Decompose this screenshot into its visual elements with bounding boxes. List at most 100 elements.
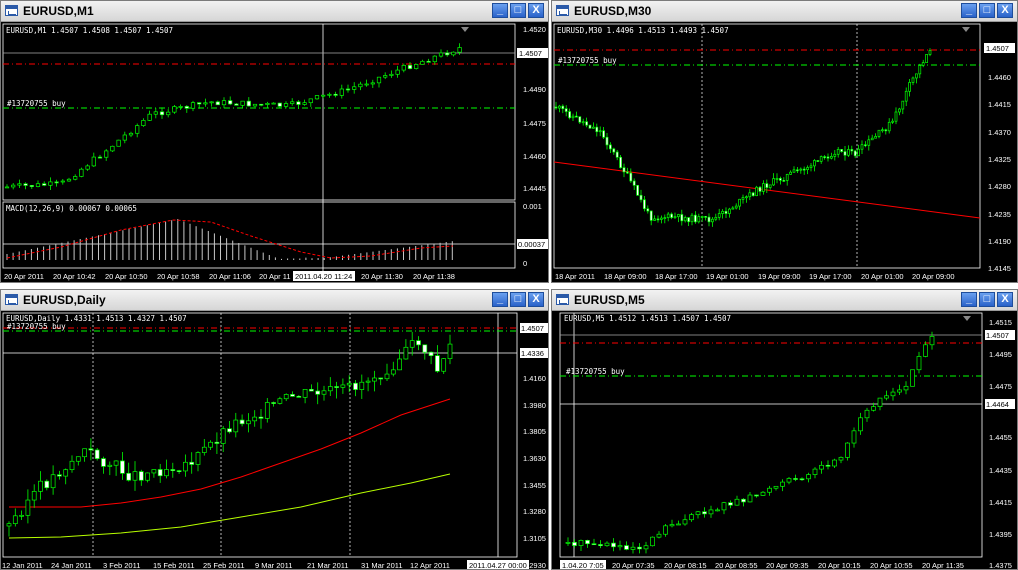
candle xyxy=(754,494,759,497)
maximize-button[interactable]: □ xyxy=(510,3,526,18)
candle xyxy=(197,102,202,105)
close-button[interactable]: X xyxy=(997,3,1013,18)
window-eurusd-m1[interactable]: EURUSD,M1 _ □ X EURUSD,M1 1.4507 1.4508 … xyxy=(0,0,549,283)
chart-area-daily[interactable]: EURUSD,Daily 1.4331 1.4513 1.4327 1.4507… xyxy=(1,311,548,569)
titlebar-m30[interactable]: EURUSD,M30 _ □ X xyxy=(552,1,1017,22)
candle xyxy=(585,540,590,545)
window-eurusd-daily[interactable]: EURUSD,Daily _ □ X EURUSD,Daily 1.4331 1… xyxy=(0,289,549,570)
candle xyxy=(122,134,127,141)
close-button[interactable]: X xyxy=(997,292,1013,307)
price-chart[interactable]: EURUSD,M30 1.4496 1.4513 1.4493 1.4507 #… xyxy=(552,22,1017,283)
candle xyxy=(277,102,282,107)
minimize-button[interactable]: _ xyxy=(492,3,508,18)
candle xyxy=(384,373,390,380)
candle xyxy=(259,103,264,106)
price-label: 1.4375 xyxy=(989,561,1012,570)
chart-area-m5[interactable]: EURUSD,M5 1.4512 1.4513 1.4507 1.4507 #1… xyxy=(552,311,1017,569)
time-label: 12 Jan 2011 xyxy=(2,561,43,570)
candle xyxy=(435,355,440,372)
candle xyxy=(702,511,707,515)
candle xyxy=(793,478,798,480)
chart-area-m1[interactable]: EURUSD,M1 1.4507 1.4508 1.4507 1.4507 #1… xyxy=(1,22,548,282)
chart-header: EURUSD,M30 1.4496 1.4513 1.4493 1.4507 xyxy=(557,26,729,35)
candle xyxy=(426,60,431,63)
candle xyxy=(663,525,668,535)
price-label: 1.3280 xyxy=(523,507,546,516)
time-label: 20 Apr 10:55 xyxy=(870,561,913,570)
candle xyxy=(630,546,636,550)
time-label: 25 Feb 2011 xyxy=(203,561,245,570)
price-chart[interactable]: EURUSD,M1 1.4507 1.4508 1.4507 1.4507 #1… xyxy=(1,22,548,283)
window-title: EURUSD,M5 xyxy=(574,293,645,307)
candle xyxy=(666,213,670,218)
candle xyxy=(785,174,789,181)
candle xyxy=(208,441,213,448)
candle xyxy=(73,176,78,180)
price-chart[interactable]: EURUSD,M5 1.4512 1.4513 1.4507 1.4507 #1… xyxy=(552,311,1017,570)
candle xyxy=(239,419,245,425)
candle xyxy=(782,180,786,182)
candle xyxy=(923,344,928,357)
candle xyxy=(283,103,289,107)
chart-window-icon xyxy=(556,5,569,16)
price-chart[interactable]: EURUSD,Daily 1.4331 1.4513 1.4327 1.4507… xyxy=(1,311,548,570)
candle xyxy=(660,217,663,220)
candle xyxy=(258,416,264,419)
candle xyxy=(157,469,163,477)
candle xyxy=(215,101,220,106)
candle xyxy=(728,502,733,506)
close-button[interactable]: X xyxy=(528,292,544,307)
maximize-button[interactable]: □ xyxy=(979,292,995,307)
candle xyxy=(104,150,109,158)
candle xyxy=(6,523,12,527)
window-eurusd-m30[interactable]: EURUSD,M30 _ □ X EURUSD,M30 1.4496 1.451… xyxy=(551,0,1018,283)
minimize-button[interactable]: _ xyxy=(492,292,508,307)
candle xyxy=(209,101,214,104)
candle xyxy=(592,126,595,129)
candle xyxy=(558,105,561,109)
candle xyxy=(170,469,176,471)
candle xyxy=(609,144,612,150)
titlebar-m5[interactable]: EURUSD,M5 _ □ X xyxy=(552,290,1017,311)
chart-window-icon xyxy=(556,294,569,305)
maximize-button[interactable]: □ xyxy=(979,3,995,18)
time-label: 18 Apr 2011 xyxy=(555,272,595,281)
candle xyxy=(789,171,792,175)
candle xyxy=(457,47,462,53)
candle xyxy=(189,461,195,465)
candle xyxy=(881,129,884,132)
maximize-button[interactable]: □ xyxy=(510,292,526,307)
candle xyxy=(622,167,626,173)
candle xyxy=(772,178,775,186)
time-label: 20 Apr 2011 xyxy=(4,272,44,281)
minimize-button[interactable]: _ xyxy=(961,292,977,307)
candle xyxy=(290,101,295,104)
price-label: 1.4370 xyxy=(988,128,1011,137)
titlebar-m1[interactable]: EURUSD,M1 _ □ X xyxy=(1,1,548,22)
time-label: 20 Apr 08:15 xyxy=(664,561,707,570)
chart-area-m30[interactable]: EURUSD,M30 1.4496 1.4513 1.4493 1.4507 #… xyxy=(552,22,1017,282)
minimize-button[interactable]: _ xyxy=(961,3,977,18)
candle xyxy=(898,108,901,113)
candle xyxy=(265,102,270,105)
price-label: 1.3455 xyxy=(523,481,546,490)
chart-window-icon xyxy=(5,294,18,305)
candle xyxy=(819,464,824,470)
candle xyxy=(252,103,258,107)
candle xyxy=(147,113,152,121)
indicator-value-tag: 0.00037 xyxy=(518,240,545,249)
titlebar-daily[interactable]: EURUSD,Daily _ □ X xyxy=(1,290,548,311)
window-eurusd-m5[interactable]: EURUSD,M5 _ □ X EURUSD,M5 1.4512 1.4513 … xyxy=(551,289,1018,570)
candle xyxy=(327,386,333,392)
candle xyxy=(887,121,891,132)
time-label: 24 Jan 2011 xyxy=(51,561,92,570)
candle xyxy=(126,472,132,481)
candle xyxy=(190,102,196,109)
candle xyxy=(432,55,437,63)
candle xyxy=(591,543,597,546)
candle xyxy=(568,111,571,119)
candle xyxy=(585,121,588,126)
candle xyxy=(35,183,41,187)
close-button[interactable]: X xyxy=(528,3,544,18)
time-label: 18 Apr 17:00 xyxy=(655,272,698,281)
